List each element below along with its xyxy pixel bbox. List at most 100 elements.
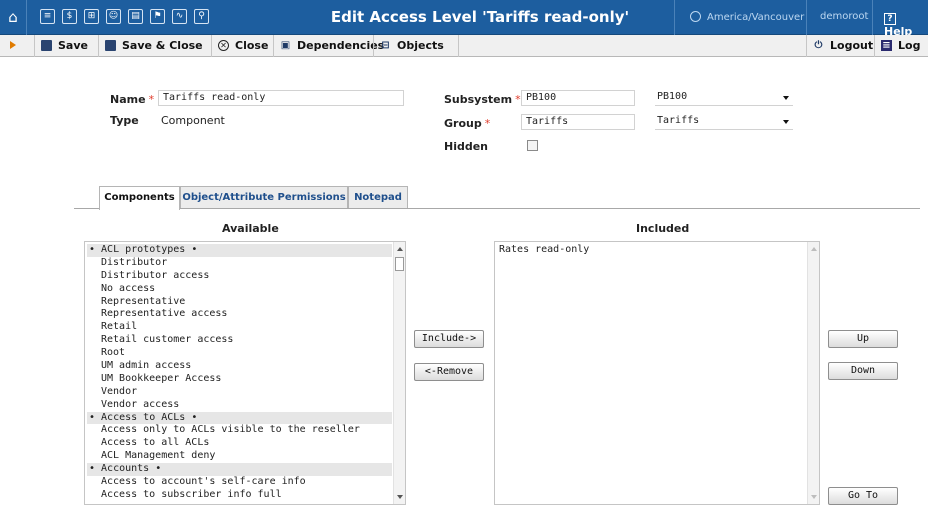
subsystem-input[interactable]: PB100: [521, 90, 635, 106]
type-value: Component: [161, 114, 225, 127]
hidden-label: Hidden: [444, 140, 489, 153]
list-item[interactable]: Vendor: [87, 386, 392, 399]
page-title: Edit Access Level 'Tariffs read-only': [330, 8, 630, 26]
logout-button[interactable]: ⏻ Logout: [806, 35, 874, 57]
list-item[interactable]: Access only to ACLs visible to the resel…: [87, 424, 392, 437]
group-selected: Tariffs: [657, 115, 700, 126]
chart-icon[interactable]: ∿: [172, 9, 187, 24]
included-scrollbar[interactable]: [807, 242, 819, 504]
accounts-icon[interactable]: ▤: [128, 9, 143, 24]
timezone-indicator[interactable]: America/Vancouver: [690, 11, 804, 23]
group-select[interactable]: Tariffs: [655, 114, 793, 130]
save-label: Save: [58, 39, 88, 52]
included-rows: Rates read-only: [497, 244, 806, 257]
list-item[interactable]: Retail customer access: [87, 334, 392, 347]
tab-notepad[interactable]: Notepad: [348, 186, 408, 209]
group-input[interactable]: Tariffs: [521, 114, 635, 130]
tab-components[interactable]: Components: [99, 186, 180, 210]
up-button[interactable]: Up: [828, 330, 898, 348]
dependencies-label: Dependencies: [297, 39, 385, 52]
included-header: Included: [636, 222, 690, 235]
list-item[interactable]: Vendor access: [87, 399, 392, 412]
logout-label: Logout: [830, 39, 874, 52]
list-item[interactable]: Access to all ACLs: [87, 437, 392, 450]
close-icon: ✕: [218, 40, 229, 51]
scroll-down-icon[interactable]: [811, 495, 817, 499]
subsystem-select[interactable]: PB100: [655, 90, 793, 106]
save-close-button[interactable]: Save & Close: [98, 35, 211, 57]
dollar-icon[interactable]: $: [62, 9, 77, 24]
available-rows: • ACL prototypes • Distributor Distributor…: [87, 244, 392, 502]
included-list[interactable]: Rates read-only: [494, 241, 820, 505]
list-item[interactable]: Distributor access: [87, 270, 392, 283]
goto-button[interactable]: Go To: [828, 487, 898, 505]
hidden-checkbox[interactable]: [527, 140, 538, 151]
remove-button[interactable]: <-Remove: [414, 363, 484, 381]
objects-label: Objects: [397, 39, 444, 52]
help-link[interactable]: ?Help: [884, 10, 928, 38]
divider: [26, 0, 27, 35]
include-button[interactable]: Include->: [414, 330, 484, 348]
top-bar: ⌂ ≡ $ ⊞ ☺ ▤ ⚑ ∿ ⚲ Edit Access Level 'Tar…: [0, 0, 928, 38]
scroll-down-icon[interactable]: [397, 495, 403, 499]
name-input[interactable]: Tariffs read-only: [158, 90, 404, 106]
list-item[interactable]: Root: [87, 347, 392, 360]
objects-icon: ⊟: [381, 40, 390, 51]
type-label: Type: [110, 114, 139, 127]
dependencies-button[interactable]: ▣ Dependencies: [273, 35, 384, 57]
timezone-label: America/Vancouver: [707, 12, 805, 23]
close-button[interactable]: ✕ Close: [211, 35, 273, 57]
save-button[interactable]: Save: [34, 35, 98, 57]
home-icon[interactable]: ⌂: [4, 8, 22, 26]
available-list[interactable]: • ACL prototypes • Distributor Distributor…: [84, 241, 406, 505]
tab-object-attribute-permissions[interactable]: Object/Attribute Permissions: [180, 186, 348, 209]
available-scrollbar[interactable]: [393, 242, 405, 504]
help-icon: ?: [884, 13, 896, 25]
scroll-up-icon[interactable]: [811, 247, 817, 251]
list-item[interactable]: Access to account's self-care info: [87, 476, 392, 489]
list-group-header[interactable]: • ACL prototypes •: [87, 244, 392, 257]
dependencies-icon: ▣: [280, 40, 291, 51]
list-item[interactable]: No access: [87, 283, 392, 296]
log-icon: ≡: [881, 40, 892, 51]
objects-button[interactable]: ⊟ Objects: [373, 35, 459, 57]
grid-icon[interactable]: ⊞: [84, 9, 99, 24]
divider: [806, 0, 807, 35]
logout-icon: ⏻: [814, 40, 823, 51]
group-label: Group *: [444, 117, 491, 130]
list-item[interactable]: Distributor: [87, 257, 392, 270]
tabs-divider: [74, 208, 920, 209]
log-label: Log: [898, 39, 921, 52]
person-icon[interactable]: ☺: [106, 9, 121, 24]
toolbar: Save Save & Close ✕ Close ▣ Dependencies…: [0, 35, 928, 57]
subsystem-label: Subsystem *: [444, 93, 521, 106]
close-label: Close: [235, 39, 269, 52]
list-icon[interactable]: ≡: [40, 9, 55, 24]
tools-icon[interactable]: ⚑: [150, 9, 165, 24]
username[interactable]: demoroot: [820, 11, 868, 22]
chevron-down-icon: [783, 96, 789, 100]
list-item[interactable]: Representative: [87, 296, 392, 309]
list-item[interactable]: Access to subscriber info full: [87, 489, 392, 502]
clock-icon: [690, 11, 701, 22]
list-item[interactable]: UM Bookkeeper Access: [87, 373, 392, 386]
disk-icon: [105, 40, 116, 51]
scroll-thumb[interactable]: [395, 257, 404, 271]
log-button[interactable]: ≡ Log: [874, 35, 928, 57]
list-item[interactable]: Representative access: [87, 308, 392, 321]
down-button[interactable]: Down: [828, 362, 898, 380]
divider: [674, 0, 675, 35]
search-icon[interactable]: ⚲: [194, 9, 209, 24]
scroll-up-icon[interactable]: [397, 247, 403, 251]
list-item[interactable]: UM admin access: [87, 360, 392, 373]
list-item[interactable]: Rates read-only: [497, 244, 806, 257]
save-close-label: Save & Close: [122, 39, 203, 52]
divider: [872, 0, 873, 35]
list-item[interactable]: Retail: [87, 321, 392, 334]
expand-arrow-icon[interactable]: [10, 41, 16, 49]
chevron-down-icon: [783, 120, 789, 124]
list-item[interactable]: ACL Management deny: [87, 450, 392, 463]
list-group-header[interactable]: • Accounts •: [87, 463, 392, 477]
available-header: Available: [222, 222, 279, 235]
list-group-header[interactable]: • Access to ACLs •: [87, 411, 392, 425]
